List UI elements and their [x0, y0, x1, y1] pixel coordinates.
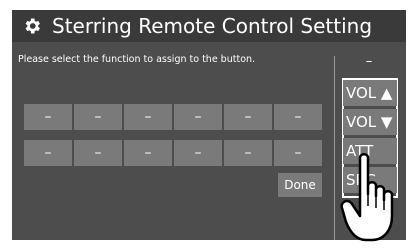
assign-slot-1-4[interactable]: –: [174, 104, 222, 130]
function-vol-down-button[interactable]: VOL ▼: [343, 109, 397, 135]
assign-slot-2-3[interactable]: –: [124, 140, 172, 166]
assign-slot-1-1[interactable]: –: [24, 104, 72, 130]
page-title: Sterring Remote Control Setting: [52, 14, 373, 38]
assign-slot-2-1[interactable]: –: [24, 140, 72, 166]
assign-slot-2-4[interactable]: –: [174, 140, 222, 166]
assign-slot-2-5[interactable]: –: [224, 140, 272, 166]
assign-slot-1-5[interactable]: –: [224, 104, 272, 130]
gear-icon: [25, 18, 40, 34]
panel-divider: [334, 56, 335, 240]
function-vol-up-button[interactable]: VOL ▲: [343, 80, 397, 106]
assign-slot-2-6[interactable]: –: [274, 140, 322, 166]
instruction-text: Please select the function to assign to …: [18, 54, 256, 65]
assign-slot-1-3[interactable]: –: [124, 104, 172, 130]
assign-slot-1-6[interactable]: –: [274, 104, 322, 130]
hand-pointer-icon: [340, 153, 394, 242]
assign-slot-1-2[interactable]: –: [74, 104, 122, 130]
done-button[interactable]: Done: [278, 173, 322, 197]
function-list-header: –: [365, 54, 373, 69]
title-bar: Sterring Remote Control Setting: [12, 10, 406, 42]
assign-slot-2-2[interactable]: –: [74, 140, 122, 166]
